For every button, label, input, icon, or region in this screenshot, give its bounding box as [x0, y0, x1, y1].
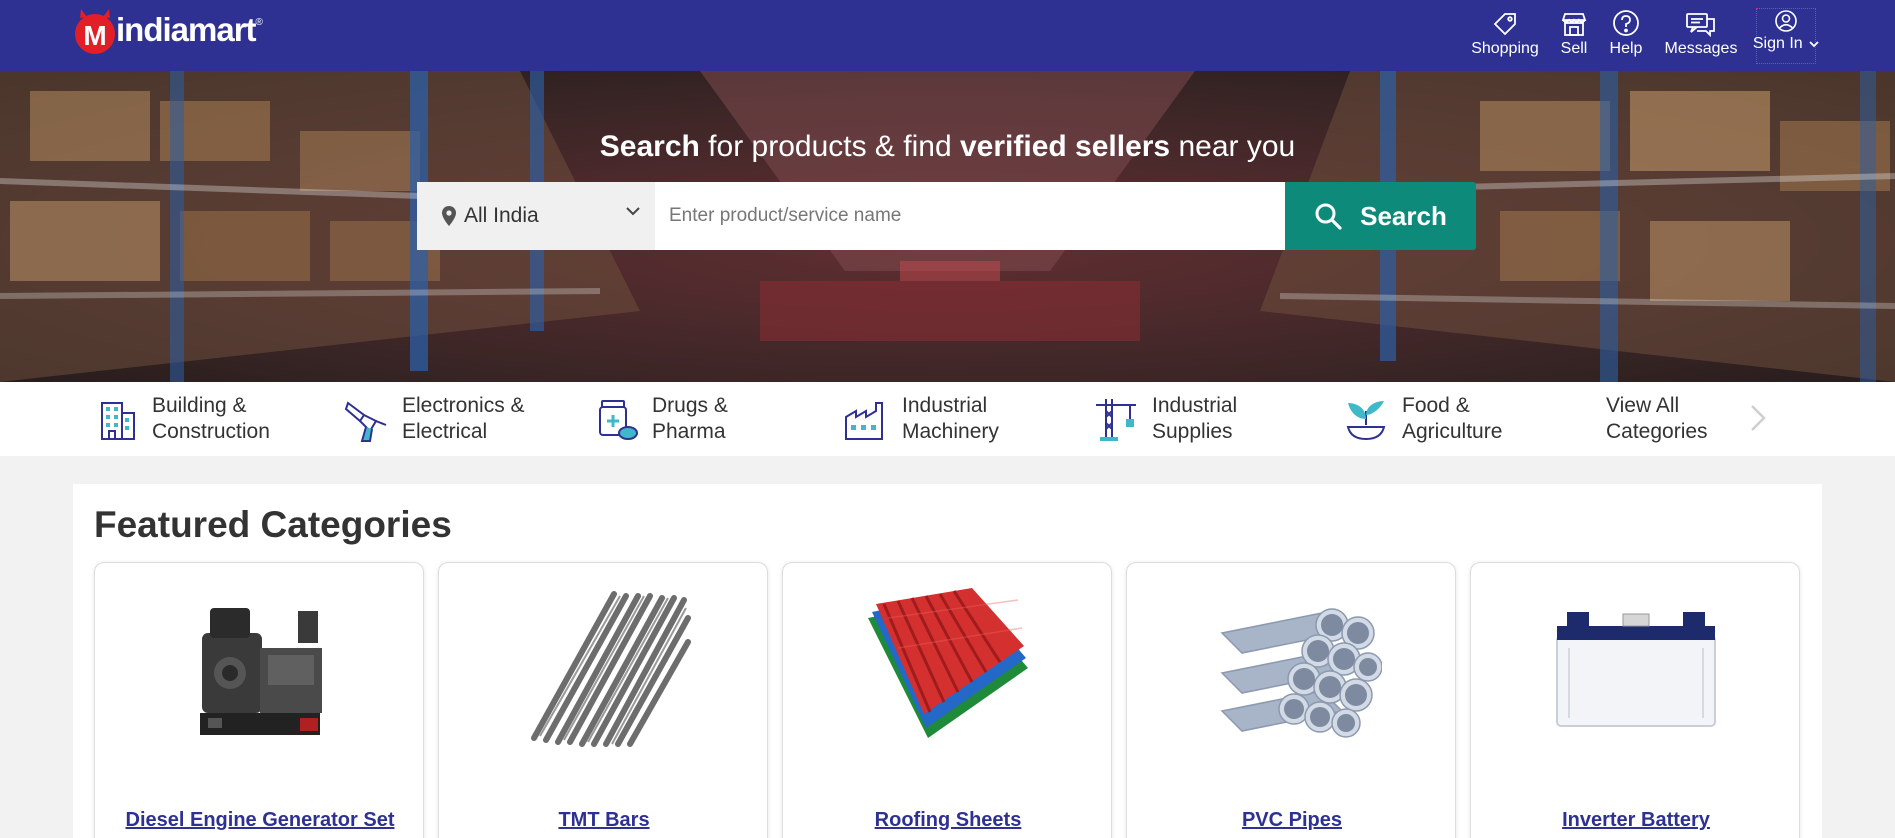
category-line1: Electronics & — [402, 394, 525, 417]
featured-card-roofing-sheets[interactable]: Roofing Sheets — [782, 562, 1112, 838]
hero-title: Search for products & find verified sell… — [0, 130, 1895, 164]
hero-title-end: near you — [1170, 130, 1296, 163]
crane-icon — [1090, 393, 1142, 445]
svg-text:M: M — [83, 20, 106, 51]
chevron-down-icon — [1809, 41, 1819, 48]
category-strip: Building & Construction Electronics & Elec… — [0, 382, 1895, 456]
featured-card-name[interactable]: PVC Pipes — [1127, 809, 1457, 832]
nav-sign-in[interactable]: Sign In — [1753, 8, 1819, 64]
featured-card-pvc-pipes[interactable]: PVC Pipes — [1126, 562, 1456, 838]
category-line1: Industrial — [1152, 394, 1238, 417]
category-line1: Drugs & — [652, 394, 728, 417]
category-line1: Building & — [152, 394, 247, 417]
category-line2: Supplies — [1152, 420, 1233, 443]
drill-icon — [340, 393, 392, 445]
top-header: M indiamart ® Shopping Sell Help Message… — [0, 0, 1895, 71]
featured-card-tmt-bars[interactable]: TMT Bars — [438, 562, 768, 838]
roofing-sheets-image — [783, 588, 1113, 748]
category-line1: Food & — [1402, 394, 1470, 417]
tmt-bars-image — [439, 588, 769, 748]
hero-banner: Search for products & find verified sell… — [0, 71, 1895, 382]
category-view-all[interactable]: View All Categories — [1606, 382, 1708, 456]
nav-help[interactable]: Help — [1605, 0, 1647, 71]
help-circle-icon — [1612, 7, 1640, 37]
search-bar: All India Search — [417, 182, 1479, 250]
category-line1: Industrial — [902, 394, 988, 417]
category-drugs-pharma[interactable]: Drugs & Pharma — [590, 382, 728, 456]
pvc-pipes-image — [1127, 588, 1457, 748]
hero-title-middle: for products & find — [699, 130, 960, 163]
search-button-label: Search — [1360, 200, 1447, 231]
category-line2: Agriculture — [1402, 420, 1503, 443]
nav-messages-label: Messages — [1664, 40, 1738, 57]
factory-icon — [840, 393, 892, 445]
category-label: Food & Agriculture — [1402, 393, 1502, 445]
chevron-down-icon — [626, 207, 640, 216]
nav-sell-label: Sell — [1560, 40, 1588, 57]
category-line2: Machinery — [902, 420, 999, 443]
chevron-right-icon[interactable] — [1744, 402, 1772, 439]
featured-card-name[interactable]: Inverter Battery — [1471, 809, 1801, 832]
location-value: All India — [464, 204, 539, 227]
featured-card-diesel-generator[interactable]: Diesel Engine Generator Set — [94, 562, 424, 838]
hero-title-search: Search — [599, 130, 700, 163]
tag-icon — [1492, 7, 1518, 37]
featured-categories-section: Featured Categories Diesel Engine Genera… — [73, 484, 1822, 838]
hero-title-verified: verified sellers — [959, 130, 1171, 163]
nav-shopping-label: Shopping — [1471, 40, 1539, 57]
category-building-construction[interactable]: Building & Construction — [90, 382, 270, 456]
category-label: Drugs & Pharma — [652, 393, 728, 445]
category-line1: View All — [1606, 394, 1680, 417]
category-industrial-supplies[interactable]: Industrial Supplies — [1090, 382, 1237, 456]
category-industrial-machinery[interactable]: Industrial Machinery — [840, 382, 999, 456]
medicine-icon — [590, 393, 642, 445]
featured-card-name[interactable]: Roofing Sheets — [783, 809, 1113, 832]
nav-shopping[interactable]: Shopping — [1470, 0, 1540, 71]
category-line2: Pharma — [652, 420, 726, 443]
category-electronics-electrical[interactable]: Electronics & Electrical — [340, 382, 525, 456]
category-line2: Categories — [1606, 420, 1708, 443]
location-selector[interactable]: All India — [417, 182, 655, 250]
search-icon — [1315, 203, 1342, 230]
location-pin-icon — [442, 206, 456, 226]
logo-registered-mark: ® — [255, 16, 263, 28]
store-icon — [1560, 7, 1588, 37]
messages-icon — [1685, 7, 1717, 37]
featured-card-inverter-battery[interactable]: Inverter Battery — [1470, 562, 1800, 838]
logo-m-icon: M — [72, 7, 118, 54]
search-button[interactable]: Search — [1285, 182, 1476, 250]
nav-sell[interactable]: Sell — [1556, 0, 1592, 71]
category-line2: Electrical — [402, 420, 488, 443]
user-circle-icon — [1774, 9, 1798, 33]
nav-sign-in-label: Sign In — [1753, 35, 1819, 53]
category-food-agriculture[interactable]: Food & Agriculture — [1340, 382, 1502, 456]
category-label: Electronics & Electrical — [402, 393, 525, 445]
search-input[interactable] — [655, 182, 1285, 250]
nav-help-label: Help — [1609, 40, 1643, 57]
category-label: Building & Construction — [152, 393, 270, 445]
nav-messages[interactable]: Messages — [1662, 0, 1740, 71]
indiamart-logo[interactable]: M indiamart ® — [72, 5, 263, 55]
category-label: Industrial Supplies — [1152, 393, 1237, 445]
sprout-icon — [1340, 393, 1392, 445]
category-label: View All Categories — [1606, 393, 1708, 445]
category-label: Industrial Machinery — [902, 393, 999, 445]
inverter-battery-image — [1471, 588, 1801, 748]
building-icon — [90, 393, 142, 445]
category-line2: Construction — [152, 420, 270, 443]
featured-title: Featured Categories — [94, 504, 452, 545]
featured-card-name[interactable]: Diesel Engine Generator Set — [95, 809, 425, 832]
featured-card-name[interactable]: TMT Bars — [439, 809, 769, 832]
generator-image — [95, 588, 425, 748]
logo-text: indiamart — [116, 11, 257, 48]
